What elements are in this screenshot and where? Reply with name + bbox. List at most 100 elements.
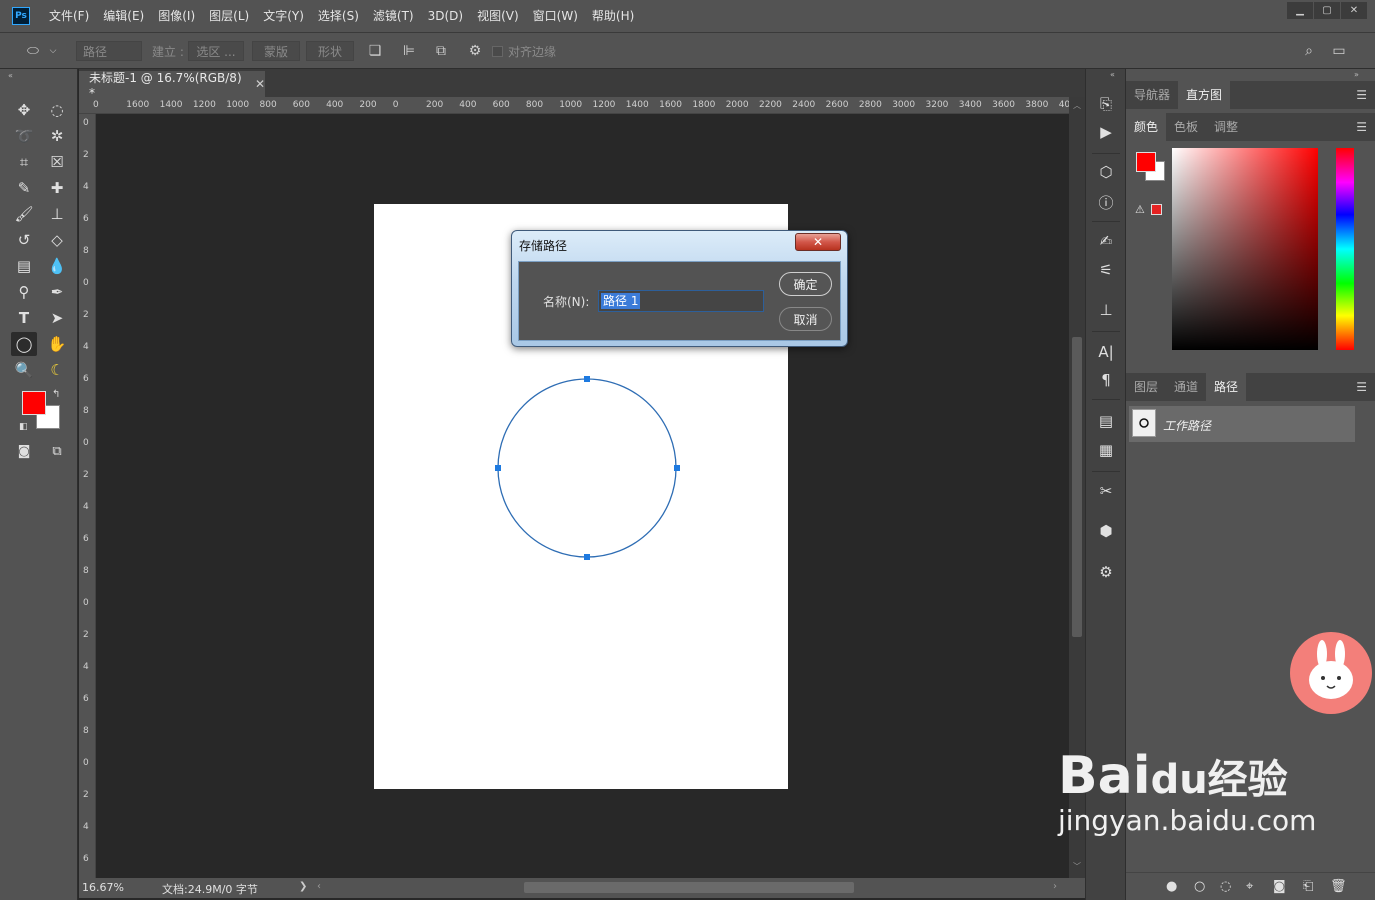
gamut-warning-icon[interactable]: ⚠	[1135, 203, 1145, 216]
menu-type[interactable]: 文字(Y)	[256, 0, 311, 32]
anchor-point-left[interactable]	[495, 465, 501, 471]
ellipse-tool-icon[interactable]: ◯	[11, 332, 37, 356]
vertical-ruler[interactable]: 0246802468024680246802468	[79, 114, 96, 878]
search-icon[interactable]: ⌕	[1300, 42, 1318, 60]
selection-button[interactable]: 选区 ...	[188, 41, 244, 61]
scroll-up-icon[interactable]: ︿	[1073, 100, 1081, 111]
align-edges-checkbox[interactable]	[492, 46, 503, 57]
work-path-row[interactable]: 工作路径	[1129, 406, 1355, 442]
menu-image[interactable]: 图像(I)	[151, 0, 202, 32]
maximize-icon[interactable]: ▢	[1314, 2, 1340, 19]
path-name-input[interactable]: 路径 1	[598, 290, 764, 312]
hue-slider[interactable]	[1336, 148, 1354, 350]
tab-navigator[interactable]: 导航器	[1126, 81, 1178, 109]
collapse-strip-icon[interactable]: «	[1110, 70, 1115, 79]
menu-file[interactable]: 文件(F)	[42, 0, 96, 32]
tab-swatches[interactable]: 色板	[1166, 113, 1206, 141]
circle-path-outline[interactable]	[497, 378, 677, 558]
brush-settings-icon[interactable]: ✍	[1094, 230, 1118, 252]
menu-filter[interactable]: 滤镜(T)	[366, 0, 421, 32]
add-mask-icon[interactable]: ◙	[1273, 879, 1286, 894]
document-tab[interactable]: 未标题-1 @ 16.7%(RGB/8) * ✕	[79, 71, 265, 100]
crop-tool-icon[interactable]: ⌗	[11, 150, 37, 174]
workspace-icon[interactable]: ▭	[1330, 42, 1348, 60]
menu-help[interactable]: 帮助(H)	[585, 0, 641, 32]
shape-button[interactable]: 形状	[306, 41, 354, 61]
mask-button[interactable]: 蒙版	[252, 41, 300, 61]
tool-mode-select[interactable]: 路径	[76, 41, 142, 61]
3d-cube-icon[interactable]: ⬢	[1094, 520, 1118, 542]
healing-brush-icon[interactable]: ✚	[44, 176, 70, 200]
menu-edit[interactable]: 编辑(E)	[96, 0, 151, 32]
horizontal-ruler[interactable]: 0 1600 1400 1200 1000 800 600 400 200 0 200 400 600 8…	[79, 97, 1069, 114]
info-icon[interactable]: ⓘ	[1094, 191, 1118, 213]
minimize-icon[interactable]: ▁	[1287, 2, 1313, 19]
menu-3d[interactable]: 3D(D)	[421, 0, 470, 32]
anchor-point-top[interactable]	[584, 376, 590, 382]
vertical-scroll-thumb[interactable]	[1072, 337, 1082, 637]
default-colors-icon[interactable]: ◧	[19, 422, 28, 432]
menu-layer[interactable]: 图层(L)	[202, 0, 256, 32]
tab-histogram[interactable]: 直方图	[1178, 81, 1231, 109]
cancel-button[interactable]: 取消	[779, 307, 832, 331]
modifier-icon[interactable]: ⚙	[1094, 561, 1118, 583]
panel-menu-icon[interactable]: ☰	[1356, 380, 1367, 394]
fill-path-icon[interactable]: ●	[1166, 879, 1177, 894]
photoshop-logo-icon[interactable]: Ps	[12, 7, 30, 25]
move-tool-icon[interactable]: ✥	[11, 98, 37, 122]
screen-mode-icon[interactable]: ⧉	[44, 439, 70, 463]
trash-icon[interactable]: 🗑	[1330, 879, 1347, 894]
close-icon[interactable]: ✕	[255, 77, 265, 91]
dodge-tool-icon[interactable]: ⚲	[11, 280, 37, 304]
actions-play-icon[interactable]: ▶	[1094, 121, 1118, 143]
tab-color[interactable]: 颜色	[1126, 113, 1167, 141]
clone-stamp-icon[interactable]: ⊥	[44, 202, 70, 226]
clone-source-icon[interactable]: ⊥	[1094, 299, 1118, 321]
canvas-area[interactable]	[96, 114, 1069, 878]
path-arrangement-icon[interactable]: ⧉	[432, 42, 450, 60]
dialog-close-button[interactable]: ✕	[795, 233, 841, 251]
zoom-level[interactable]: 16.67%	[82, 881, 124, 894]
magic-wand-icon[interactable]: ✲	[44, 124, 70, 148]
menu-view[interactable]: 视图(V)	[470, 0, 526, 32]
status-menu-arrow-icon[interactable]: ❯	[299, 881, 307, 892]
collapse-icon[interactable]: «	[8, 71, 13, 80]
notes-icon[interactable]: ▦	[1094, 439, 1118, 461]
brush-tool-icon[interactable]: 🖌	[11, 202, 37, 226]
eraser-icon[interactable]: ◇	[44, 228, 70, 252]
zoom-tool-icon[interactable]: 🔍	[11, 358, 37, 382]
chevron-down-icon[interactable]: ⌵	[44, 42, 62, 60]
tab-channels[interactable]: 通道	[1166, 373, 1206, 401]
foreground-color-swatch[interactable]	[22, 391, 46, 415]
scroll-down-icon[interactable]: ﹀	[1073, 861, 1081, 872]
gamut-color-swatch[interactable]	[1151, 204, 1162, 215]
marquee-tool-icon[interactable]: ◌	[44, 98, 70, 122]
scroll-right-icon[interactable]: ›	[1053, 881, 1057, 892]
adjustments-sliders-icon[interactable]: ⚟	[1094, 259, 1118, 281]
properties-icon[interactable]: ▤	[1094, 410, 1118, 432]
banana-tool-icon[interactable]: ☾	[44, 358, 70, 382]
blur-tool-icon[interactable]: 💧	[44, 254, 70, 278]
anchor-point-bottom[interactable]	[584, 554, 590, 560]
stroke-path-icon[interactable]: ○	[1194, 879, 1205, 894]
menu-select[interactable]: 选择(S)	[311, 0, 366, 32]
gradient-tool-icon[interactable]: ▤	[11, 254, 37, 278]
anchor-point-right[interactable]	[674, 465, 680, 471]
tab-layers[interactable]: 图层	[1126, 373, 1166, 401]
history-panel-icon[interactable]: ⎘	[1094, 93, 1118, 115]
swap-colors-icon[interactable]: ↰	[52, 389, 60, 400]
path-alignment-icon[interactable]: ⊫	[400, 42, 418, 60]
panel-foreground-swatch[interactable]	[1136, 152, 1156, 172]
menu-window[interactable]: 窗口(W)	[526, 0, 585, 32]
tab-paths[interactable]: 路径	[1206, 373, 1247, 401]
path-selection-icon[interactable]: ➤	[44, 306, 70, 330]
path-operations-icon[interactable]: ❏	[366, 42, 384, 60]
tools-scissors-icon[interactable]: ✂	[1094, 480, 1118, 502]
make-path-icon[interactable]: ⌖	[1246, 879, 1253, 894]
history-brush-icon[interactable]: ↺	[11, 228, 37, 252]
character-icon[interactable]: A|	[1094, 341, 1118, 363]
3d-object-icon[interactable]: ⬡	[1094, 161, 1118, 183]
collapse-panels-icon[interactable]: »	[1354, 70, 1359, 79]
load-selection-icon[interactable]: ◌	[1220, 879, 1231, 894]
type-tool-icon[interactable]: T	[11, 306, 37, 330]
